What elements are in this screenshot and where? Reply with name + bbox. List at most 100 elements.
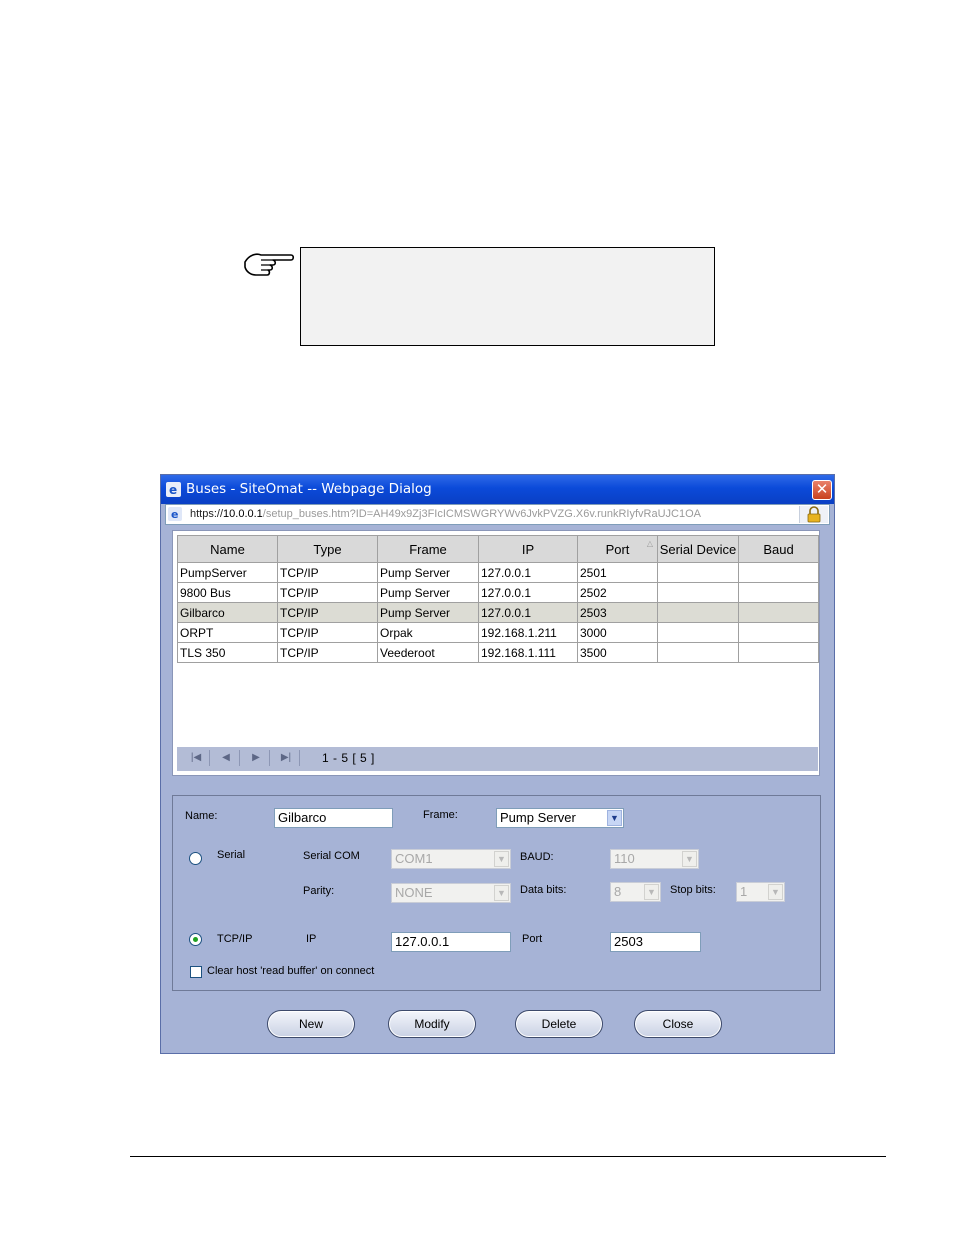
chevron-down-icon: ▼ — [494, 885, 509, 901]
grid-pager: |◀ ◀ ▶ ▶| 1 - 5 [ 5 ] — [177, 747, 818, 771]
cell-baud — [738, 562, 819, 583]
cell-baud — [738, 602, 819, 623]
cell-port: 2502 — [577, 582, 658, 603]
dialog-titlebar[interactable]: e Buses - SiteOmat -- Webpage Dialog ✕ — [161, 475, 834, 504]
last-page-icon[interactable]: ▶| — [273, 750, 300, 766]
url-scheme: https:// — [190, 508, 224, 520]
port-field[interactable]: 2503 — [610, 932, 701, 952]
col-header-type[interactable]: Type — [277, 535, 378, 563]
col-header-baud[interactable]: Baud — [738, 535, 819, 563]
table-row[interactable]: PumpServer TCP/IP Pump Server 127.0.0.1 … — [177, 562, 819, 583]
col-header-frame[interactable]: Frame — [377, 535, 479, 563]
cell-type: TCP/IP — [277, 622, 378, 643]
bus-edit-panel: Name: Gilbarco Frame: Pump Server ▼ Seri… — [172, 795, 821, 991]
chevron-down-icon: ▼ — [644, 884, 659, 900]
table-row[interactable]: 9800 Bus TCP/IP Pump Server 127.0.0.1 25… — [177, 582, 819, 603]
next-page-icon[interactable]: ▶ — [243, 750, 270, 766]
table-row[interactable]: ORPT TCP/IP Orpak 192.168.1.211 3000 — [177, 622, 819, 643]
cell-port: 3000 — [577, 622, 658, 643]
close-button[interactable]: Close — [634, 1010, 722, 1038]
data-bits-label: Data bits: — [520, 884, 567, 896]
cell-serial-device — [657, 602, 739, 623]
chevron-down-icon: ▼ — [682, 851, 697, 867]
cell-ip: 127.0.0.1 — [478, 602, 578, 623]
cell-frame: Pump Server — [377, 582, 479, 603]
url-text: https://10.0.0.1/setup_buses.htm?ID=AH49… — [190, 505, 701, 524]
clear-buffer-label: Clear host 'read buffer' on connect — [207, 965, 375, 977]
parity-select[interactable]: NONE ▼ — [391, 883, 511, 903]
tcpip-radio[interactable] — [189, 933, 202, 946]
first-page-icon[interactable]: |◀ — [183, 750, 210, 766]
cell-name: Gilbarco — [177, 602, 278, 623]
data-bits-select[interactable]: 8 ▼ — [610, 882, 661, 902]
col-header-port[interactable]: Port △ — [577, 535, 658, 563]
cell-port: 3500 — [577, 642, 658, 663]
note-box — [300, 247, 715, 346]
cell-port: 2501 — [577, 562, 658, 583]
col-header-port-label: Port — [605, 541, 630, 557]
cell-name: ORPT — [177, 622, 278, 643]
baud-select[interactable]: 110 ▼ — [610, 849, 699, 869]
col-header-ip[interactable]: IP — [478, 535, 578, 563]
close-icon[interactable]: ✕ — [812, 480, 832, 500]
baud-value: 110 — [614, 851, 635, 866]
cell-ip: 127.0.0.1 — [478, 562, 578, 583]
col-header-name[interactable]: Name — [177, 535, 278, 563]
cell-type: TCP/IP — [277, 602, 378, 623]
name-field[interactable]: Gilbarco — [274, 808, 393, 828]
cell-type: TCP/IP — [277, 582, 378, 603]
chevron-down-icon: ▼ — [494, 851, 509, 867]
cell-ip: 192.168.1.111 — [478, 642, 578, 663]
tcpip-label: TCP/IP — [217, 933, 253, 945]
dialog-title: Buses - SiteOmat -- Webpage Dialog — [186, 481, 432, 497]
cell-type: TCP/IP — [277, 562, 378, 583]
baud-label: BAUD: — [520, 851, 554, 863]
stop-bits-select[interactable]: 1 ▼ — [736, 882, 785, 902]
port-label: Port — [522, 933, 543, 945]
buses-grid-panel: Name Type Frame IP Port △ Serial Device B… — [172, 530, 820, 776]
sort-ascending-icon: △ — [646, 539, 653, 548]
clear-buffer-checkbox[interactable] — [190, 966, 202, 978]
buses-table: Name Type Frame IP Port △ Serial Device B… — [177, 535, 819, 663]
cell-name: 9800 Bus — [177, 582, 278, 603]
table-row-selected[interactable]: Gilbarco TCP/IP Pump Server 127.0.0.1 25… — [177, 602, 819, 623]
lock-icon[interactable] — [799, 506, 828, 523]
ie-icon: e — [166, 482, 181, 497]
cell-serial-device — [657, 582, 739, 603]
cell-ip: 127.0.0.1 — [478, 582, 578, 603]
url-path: /setup_buses.htm?ID=AH49x9Zj3FIcICMSWGRY… — [262, 508, 701, 520]
svg-text:e: e — [171, 508, 178, 521]
cell-serial-device — [657, 622, 739, 643]
pager-info: 1 - 5 [ 5 ] — [322, 751, 375, 765]
name-label: Name: — [185, 810, 218, 822]
cell-type: TCP/IP — [277, 642, 378, 663]
address-bar[interactable]: e https://10.0.0.1/setup_buses.htm?ID=AH… — [165, 504, 830, 525]
previous-page-icon[interactable]: ◀ — [213, 750, 240, 766]
cell-frame: Veederoot — [377, 642, 479, 663]
modify-button[interactable]: Modify — [388, 1010, 476, 1038]
col-header-serial-device[interactable]: Serial Device — [657, 535, 739, 563]
ie-icon: e — [168, 507, 182, 521]
svg-text:e: e — [169, 483, 177, 497]
frame-select[interactable]: Pump Server ▼ — [496, 808, 624, 828]
cell-baud — [738, 642, 819, 663]
delete-button[interactable]: Delete — [515, 1010, 603, 1038]
frame-select-value: Pump Server — [500, 810, 576, 825]
cell-baud — [738, 582, 819, 603]
serial-com-select[interactable]: COM1 ▼ — [391, 849, 511, 869]
page-footer-rule — [130, 1156, 886, 1157]
parity-value: NONE — [395, 885, 433, 900]
ip-label: IP — [306, 933, 317, 945]
url-host: 10.0.0.1 — [223, 508, 263, 520]
table-row[interactable]: TLS 350 TCP/IP Veederoot 192.168.1.111 3… — [177, 642, 819, 663]
serial-com-label: Serial COM — [303, 850, 360, 862]
pointing-hand-icon — [244, 253, 295, 276]
cell-name: TLS 350 — [177, 642, 278, 663]
serial-com-value: COM1 — [395, 851, 433, 866]
cell-baud — [738, 622, 819, 643]
ip-field[interactable]: 127.0.0.1 — [391, 932, 511, 952]
new-button[interactable]: New — [267, 1010, 355, 1038]
serial-radio[interactable] — [189, 852, 202, 865]
cell-port: 2503 — [577, 602, 658, 623]
data-bits-value: 8 — [614, 884, 622, 899]
